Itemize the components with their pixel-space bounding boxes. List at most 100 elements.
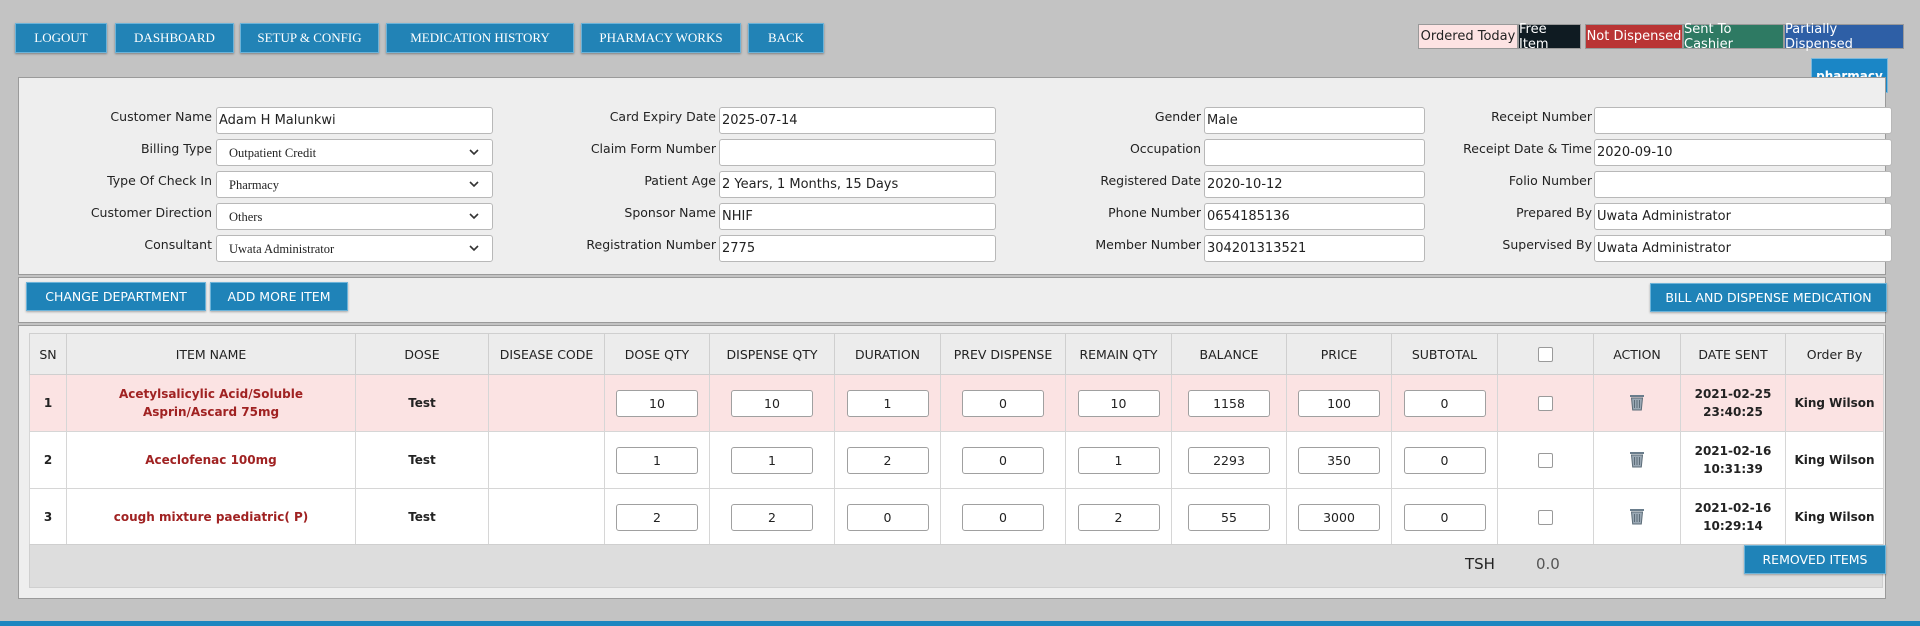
registration-number-field[interactable]: 2775	[719, 235, 996, 262]
row-date: 2021-02-16	[1694, 444, 1772, 458]
claim-form-number-label: Claim Form Number	[590, 141, 716, 156]
header-sn: SN	[29, 333, 67, 375]
trash-icon[interactable]	[1627, 449, 1647, 469]
billing-type-label: Billing Type	[140, 141, 212, 156]
totals-row	[29, 544, 1883, 588]
occupation-field[interactable]	[1204, 139, 1425, 166]
duration-input[interactable]: 0	[846, 503, 929, 531]
row-order-by: King Wilson	[1785, 488, 1884, 546]
bottom-accent-bar	[0, 621, 1920, 626]
receipt-date-time-label: Receipt Date & Time	[1463, 141, 1592, 156]
dashboard-button[interactable]: DASHBOARD	[115, 23, 234, 53]
legend-partially-dispensed: Partially Dispensed	[1784, 22, 1904, 52]
member-number-label: Member Number	[1095, 237, 1201, 252]
trash-icon[interactable]	[1627, 392, 1647, 412]
logout-button[interactable]: LOGOUT	[15, 23, 107, 53]
row-date-sent: 2021-02-16 10:29:14	[1681, 499, 1785, 535]
pharmacy-works-button[interactable]: PHARMACY WORKS	[581, 23, 741, 53]
header-duration: DURATION	[834, 333, 941, 375]
legend-free-item: Free Item	[1518, 22, 1581, 52]
consultant-select[interactable]: Uwata Administrator	[216, 235, 493, 262]
folio-number-field[interactable]	[1594, 171, 1892, 198]
table-row: 3 cough mixture paediatric( P) Test 2 2 …	[29, 488, 1884, 546]
balance-input[interactable]: 1158	[1188, 389, 1270, 417]
type-of-check-in-label: Type Of Check In	[107, 173, 212, 188]
phone-number-field[interactable]: 0654185136	[1204, 203, 1425, 230]
remain-qty-input[interactable]: 2	[1077, 503, 1160, 531]
registered-date-field[interactable]: 2020-10-12	[1204, 171, 1425, 198]
currency-label: TSH	[1465, 555, 1495, 573]
customer-direction-select[interactable]: Others	[216, 203, 493, 230]
subtotal-input[interactable]: 0	[1403, 503, 1486, 531]
duration-input[interactable]: 2	[846, 446, 929, 474]
legend-ordered-today: Ordered Today	[1418, 24, 1518, 49]
header-balance: BALANCE	[1171, 333, 1287, 375]
receipt-date-time-field[interactable]: 2020-09-10	[1594, 139, 1892, 166]
subtotal-input[interactable]: 0	[1403, 389, 1486, 417]
type-of-check-in-select[interactable]: Pharmacy	[216, 171, 493, 198]
back-button[interactable]: BACK	[748, 23, 824, 53]
row-checkbox[interactable]	[1538, 509, 1553, 525]
legend-sent-to-cashier: Sent To Cashier	[1683, 22, 1784, 52]
row-sn: 2	[29, 431, 67, 489]
row-checkbox[interactable]	[1538, 395, 1553, 411]
bill-and-dispense-button[interactable]: BILL AND DISPENSE MEDICATION	[1650, 283, 1887, 312]
legend-not-dispensed: Not Dispensed	[1585, 24, 1683, 49]
balance-input[interactable]: 2293	[1188, 446, 1270, 474]
dose-qty-input[interactable]: 10	[616, 389, 698, 417]
customer-direction-label: Customer Direction	[90, 205, 212, 220]
header-select-all	[1497, 333, 1594, 375]
card-expiry-date-label: Card Expiry Date	[609, 109, 716, 124]
select-all-checkbox[interactable]	[1538, 347, 1553, 362]
trash-icon[interactable]	[1627, 506, 1647, 526]
dose-qty-input[interactable]: 1	[616, 446, 698, 474]
occupation-label: Occupation	[1129, 141, 1201, 156]
add-more-item-button[interactable]: ADD MORE ITEM	[210, 282, 348, 311]
removed-items-button[interactable]: REMOVED ITEMS	[1744, 545, 1886, 574]
prepared-by-field[interactable]: Uwata Administrator	[1594, 203, 1892, 230]
gender-field[interactable]: Male	[1204, 107, 1425, 134]
consultant-label: Consultant	[144, 237, 212, 252]
duration-input[interactable]: 1	[846, 389, 929, 417]
header-order-by: Order By	[1785, 333, 1884, 375]
table-row: 2 Aceclofenac 100mg Test 1 1 2 0 1 2293 …	[29, 431, 1884, 489]
remain-qty-input[interactable]: 10	[1077, 389, 1160, 417]
billing-type-value: Outpatient Credit	[229, 146, 317, 160]
price-input[interactable]: 100	[1298, 389, 1380, 417]
dispense-qty-input[interactable]: 10	[731, 389, 813, 417]
patient-age-label: Patient Age	[644, 173, 716, 188]
prev-dispense-input[interactable]: 0	[962, 389, 1044, 417]
member-number-field[interactable]: 304201313521	[1204, 235, 1425, 262]
patient-age-field[interactable]: 2 Years, 1 Months, 15 Days	[719, 171, 996, 198]
dose-qty-input[interactable]: 2	[616, 503, 698, 531]
row-dose: Test	[355, 431, 489, 489]
remain-qty-input[interactable]: 1	[1077, 446, 1160, 474]
medication-history-button[interactable]: MEDICATION HISTORY	[386, 23, 574, 53]
header-prev-dispense: PREV DISPENSE	[940, 333, 1066, 375]
change-department-button[interactable]: CHANGE DEPARTMENT	[26, 282, 206, 311]
supervised-by-field[interactable]: Uwata Administrator	[1594, 235, 1892, 262]
receipt-number-field[interactable]	[1594, 107, 1892, 134]
row-disease-code	[488, 488, 605, 546]
subtotal-input[interactable]: 0	[1403, 446, 1486, 474]
prev-dispense-input[interactable]: 0	[962, 503, 1044, 531]
customer-direction-value: Others	[229, 210, 263, 224]
header-date-sent: DATE SENT	[1680, 333, 1786, 375]
prev-dispense-input[interactable]: 0	[962, 446, 1044, 474]
setup-config-button[interactable]: SETUP & CONFIG	[240, 23, 379, 53]
card-expiry-date-field[interactable]: 2025-07-14	[719, 107, 996, 134]
price-input[interactable]: 3000	[1298, 503, 1380, 531]
dispense-qty-input[interactable]: 1	[731, 446, 813, 474]
price-input[interactable]: 350	[1298, 446, 1380, 474]
row-order-by: King Wilson	[1785, 374, 1884, 432]
sponsor-name-field[interactable]: NHIF	[719, 203, 996, 230]
folio-number-label: Folio Number	[1508, 173, 1592, 188]
claim-form-number-field[interactable]	[719, 139, 996, 166]
balance-input[interactable]: 55	[1188, 503, 1270, 531]
dispense-qty-input[interactable]: 2	[731, 503, 813, 531]
row-checkbox[interactable]	[1538, 452, 1553, 468]
row-date: 2021-02-25	[1694, 387, 1772, 401]
billing-type-select[interactable]: Outpatient Credit	[216, 139, 493, 166]
gender-label: Gender	[1154, 109, 1201, 124]
customer-name-field[interactable]: Adam H Malunkwi	[216, 107, 493, 134]
